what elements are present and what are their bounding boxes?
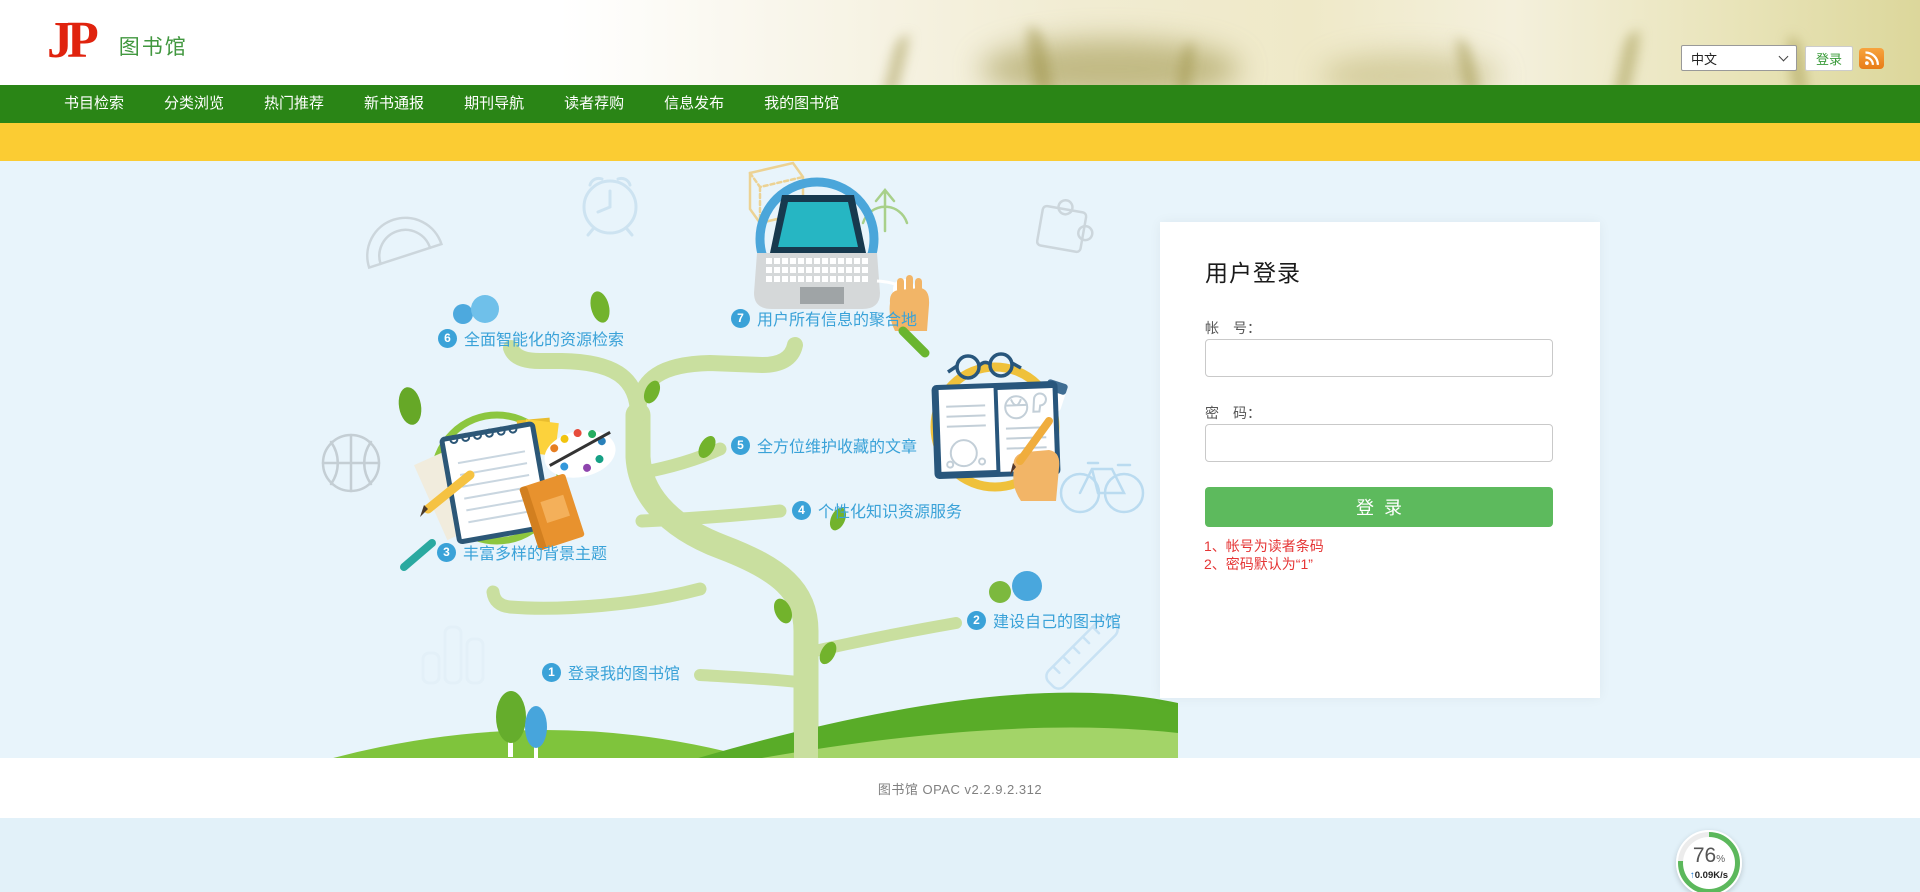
account-input[interactable] — [1205, 339, 1553, 377]
feature-5: 5 全方位维护收藏的文章 — [731, 435, 917, 455]
reading-illustration — [903, 331, 1068, 501]
feature-4-label: 个性化知识资源服务 — [818, 498, 962, 522]
footer-version-text: 图书馆 OPAC v2.2.9.2.312 — [0, 758, 1920, 798]
language-select[interactable]: 中文 — [1681, 45, 1797, 71]
login-submit-button[interactable]: 登录 — [1205, 487, 1553, 527]
rss-icon[interactable] — [1859, 48, 1884, 69]
nav-item-catalog-search[interactable]: 书目检索 — [64, 85, 124, 123]
nav-item-info-release[interactable]: 信息发布 — [664, 85, 724, 123]
login-note-1: 1、帐号为读者条码 — [1204, 538, 1324, 555]
feature-4: 4 个性化知识资源服务 — [792, 500, 962, 520]
site-name: 图书馆 — [119, 21, 188, 61]
header: JP 图书馆 中文 登录 — [0, 0, 1920, 85]
footer: 图书馆 OPAC v2.2.9.2.312 — [0, 758, 1920, 818]
login-panel-title: 用户登录 — [1205, 254, 1301, 288]
nav-item-new-books[interactable]: 新书通报 — [364, 85, 424, 123]
opac-login-page: JP 图书馆 中文 登录 书目检索 分类浏览 热门推荐 新书通报 — [0, 0, 1920, 892]
account-label: 帐 号： — [1205, 318, 1261, 338]
main-content: 7 用户所有信息的聚合地 6 全面智能化的资源检索 5 全方位维护收藏的文章 4… — [0, 161, 1920, 758]
feature-2-label: 建设自己的图书馆 — [993, 608, 1121, 632]
feature-7: 7 用户所有信息的聚合地 — [731, 308, 917, 328]
gauge-percent: 76% — [1693, 846, 1725, 870]
feature-6-label: 全面智能化的资源检索 — [464, 326, 624, 350]
feature-1-label: 登录我的图书馆 — [568, 660, 680, 684]
feature-1-badge: 1 — [542, 663, 561, 682]
nav-item-my-library[interactable]: 我的图书馆 — [764, 85, 839, 123]
login-notes: 1、帐号为读者条码 2、密码默认为“1” — [1204, 538, 1324, 574]
feature-7-label: 用户所有信息的聚合地 — [757, 306, 917, 330]
nav-item-category-browse[interactable]: 分类浏览 — [164, 85, 224, 123]
feature-1: 1 登录我的图书馆 — [542, 662, 680, 682]
gauge-inner: 76% ↑0.09K/s — [1683, 837, 1735, 889]
yellow-accent-bar — [0, 123, 1920, 161]
feature-5-badge: 5 — [731, 436, 750, 455]
main-nav: 书目检索 分类浏览 热门推荐 新书通报 期刊导航 读者荐购 信息发布 我的图书馆 — [0, 85, 1920, 123]
feature-4-badge: 4 — [792, 501, 811, 520]
network-speed-gauge[interactable]: 76% ↑0.09K/s — [1676, 830, 1742, 892]
header-login-button[interactable]: 登录 — [1805, 46, 1853, 71]
feature-2: 2 建设自己的图书馆 — [967, 610, 1121, 630]
header-controls: 中文 登录 — [1681, 45, 1884, 71]
user-login-panel: 用户登录 帐 号： 密 码： 登录 1、帐号为读者条码 2、密码默认为“1” — [1160, 222, 1600, 698]
nav-item-hot-recommend[interactable]: 热门推荐 — [264, 85, 324, 123]
feature-3-label: 丰富多样的背景主题 — [463, 540, 607, 564]
login-note-2: 2、密码默认为“1” — [1204, 556, 1324, 573]
feature-7-badge: 7 — [731, 309, 750, 328]
language-select-value: 中文 — [1691, 49, 1717, 68]
feature-6: 6 全面智能化的资源检索 — [438, 328, 624, 348]
chevron-down-icon — [1779, 51, 1789, 61]
tree-illustration — [0, 161, 1920, 758]
feature-6-badge: 6 — [438, 329, 457, 348]
gauge-speed: ↑0.09K/s — [1690, 870, 1728, 881]
password-label: 密 码： — [1205, 403, 1261, 423]
bottom-strip — [0, 818, 1920, 892]
feature-3-badge: 3 — [437, 543, 456, 562]
nav-item-journal-nav[interactable]: 期刊导航 — [464, 85, 524, 123]
feature-3: 3 丰富多样的背景主题 — [437, 542, 607, 562]
feature-5-label: 全方位维护收藏的文章 — [757, 433, 917, 457]
logo[interactable]: JP 图书馆 — [47, 8, 188, 74]
password-input[interactable] — [1205, 424, 1553, 462]
header-background-photo — [560, 0, 1920, 85]
nav-item-reader-suggest[interactable]: 读者荐购 — [564, 85, 624, 123]
feature-2-badge: 2 — [967, 611, 986, 630]
logo-jp-mark: JP — [47, 8, 93, 74]
